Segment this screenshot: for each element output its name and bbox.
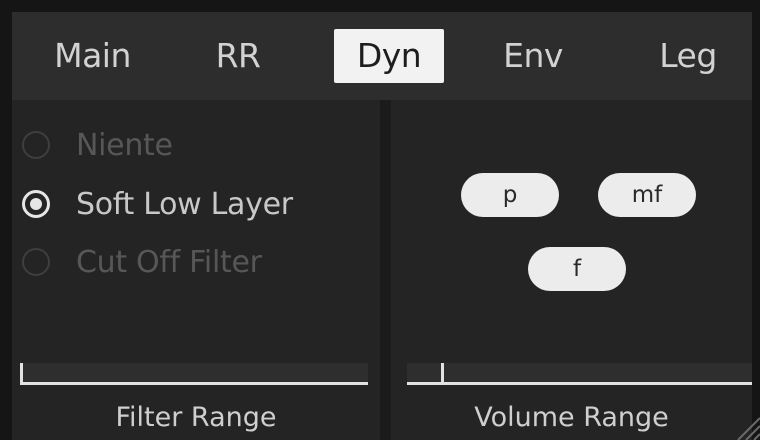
option-label: Soft Low Layer (76, 186, 293, 222)
filter-panel: Niente Soft Low Layer Cut Off Filter (12, 100, 380, 440)
range-start-handle[interactable] (441, 363, 444, 385)
dynamic-f-button[interactable]: f (528, 247, 626, 291)
range-start-handle[interactable] (20, 363, 23, 385)
slider-baseline (20, 382, 368, 385)
dynamic-p-button[interactable]: p (461, 173, 559, 217)
slider-baseline (407, 382, 752, 385)
option-niente[interactable]: Niente (22, 125, 173, 165)
plugin-window: Main RR Dyn Env Leg Niente Soft Low Laye… (0, 0, 760, 440)
panel-divider (380, 100, 391, 440)
radio-unchecked-icon[interactable] (22, 131, 50, 159)
tab-bar: Main RR Dyn Env Leg (12, 12, 752, 100)
option-label: Cut Off Filter (76, 244, 262, 280)
slider-track (20, 363, 368, 383)
radio-unchecked-icon[interactable] (22, 248, 50, 276)
tab-env[interactable]: Env (490, 29, 576, 83)
option-label: Niente (76, 127, 173, 163)
tab-main[interactable]: Main (41, 29, 144, 83)
volume-panel: p mf f (391, 100, 752, 440)
tab-leg[interactable]: Leg (647, 29, 729, 83)
filter-range-label: Filter Range (115, 402, 277, 433)
tab-dyn[interactable]: Dyn (334, 29, 444, 83)
tab-rr[interactable]: RR (205, 29, 271, 83)
resize-grip-icon[interactable] (732, 412, 760, 440)
slider-track (407, 363, 752, 383)
radio-checked-icon[interactable] (22, 190, 50, 218)
volume-range-label: Volume Range (474, 402, 669, 433)
volume-range-slider[interactable] (407, 363, 752, 385)
dynamic-mf-button[interactable]: mf (598, 173, 696, 217)
filter-range-slider[interactable] (20, 363, 368, 385)
option-soft-low-layer[interactable]: Soft Low Layer (22, 184, 293, 224)
option-cut-off-filter[interactable]: Cut Off Filter (22, 242, 262, 282)
